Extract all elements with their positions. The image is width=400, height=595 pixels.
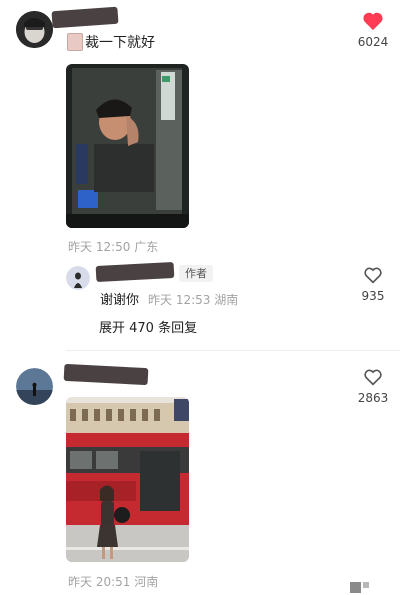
comment-meta: 昨天 12:50 广东: [68, 240, 159, 254]
watermark-square-icon: [350, 582, 361, 593]
author-badge: 作者: [179, 265, 213, 282]
commenter-avatar-2[interactable]: [16, 368, 53, 405]
expand-replies-link[interactable]: 展开 470 条回复: [99, 317, 197, 336]
comment-divider: [66, 350, 400, 351]
author-avatar[interactable]: [66, 266, 90, 290]
comment-image-2[interactable]: [66, 397, 189, 562]
comment-text-row: 裁一下就好: [67, 33, 155, 51]
heart-outline-icon: [364, 267, 382, 284]
reply-meta: 昨天 12:53 湖南: [148, 293, 239, 307]
comment-meta-2: 昨天 20:51 河南: [68, 575, 159, 589]
reply-like-button[interactable]: [363, 266, 383, 284]
username-redacted-2[interactable]: [63, 363, 149, 386]
reply-text: 谢谢你: [100, 293, 140, 308]
comment-image[interactable]: [66, 64, 189, 228]
watermark-square-icon-2: [363, 582, 369, 588]
like-count: 6024: [357, 35, 389, 49]
heart-outline-icon: [364, 369, 382, 386]
username-redacted[interactable]: [51, 6, 119, 29]
sticker-emoji-icon: [67, 33, 83, 51]
comment-text: 裁一下就好: [85, 35, 155, 51]
like-count-2: 2863: [357, 391, 389, 405]
commenter-avatar[interactable]: [16, 11, 53, 48]
heart-filled-icon: [363, 12, 383, 31]
reply-like-count: 935: [361, 289, 385, 303]
like-button-2[interactable]: [363, 368, 383, 386]
like-button[interactable]: [362, 11, 384, 31]
author-name-redacted[interactable]: [95, 261, 175, 283]
